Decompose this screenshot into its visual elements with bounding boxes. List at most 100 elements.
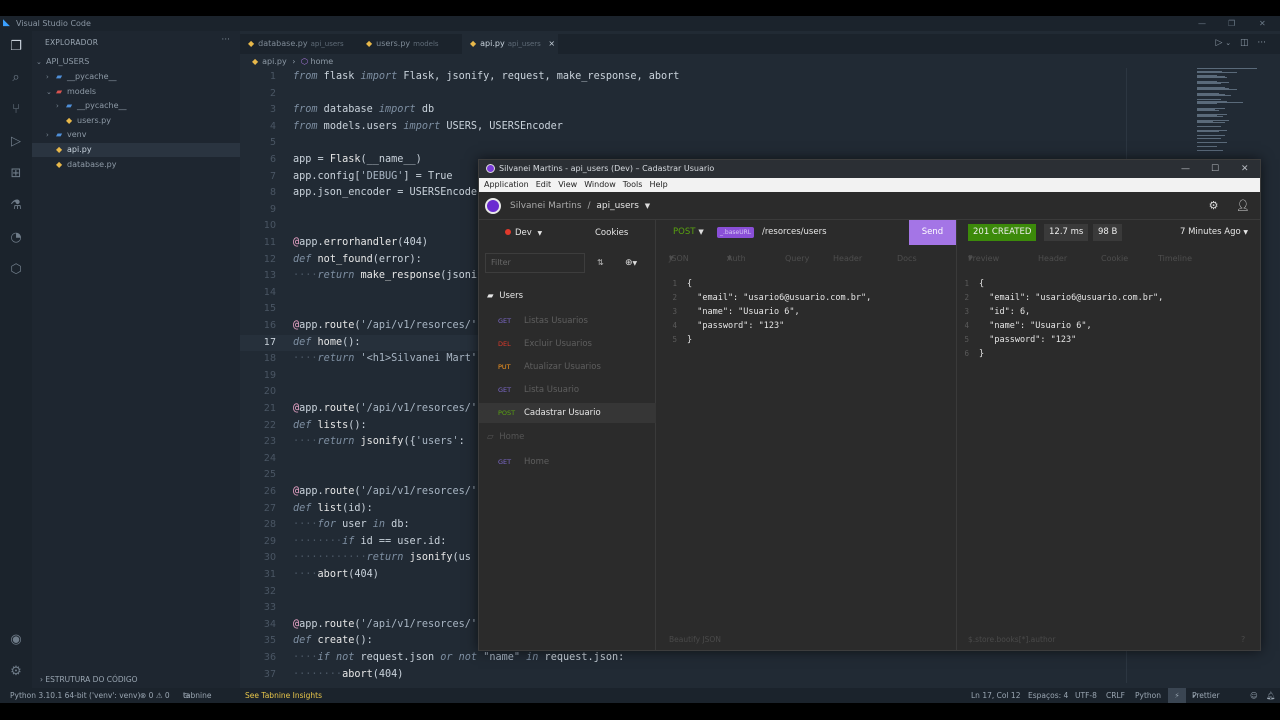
tab-cookie[interactable]: Cookie <box>1101 247 1128 271</box>
menu-help[interactable]: Help <box>649 180 667 189</box>
tab-users-py[interactable]: ◆ users.py models <box>358 34 460 54</box>
menu-edit[interactable]: Edit <box>536 180 552 189</box>
remote-icon[interactable]: ⬡ <box>8 262 24 278</box>
minimize-icon[interactable]: — <box>1181 160 1190 178</box>
request-item[interactable]: GET Home <box>479 452 656 472</box>
chevron-down-icon[interactable]: ⌄ <box>1225 39 1231 47</box>
menu-application[interactable]: Application <box>484 180 529 189</box>
tree-item[interactable]: › ▰ __pycache__ <box>32 70 240 84</box>
response-history[interactable]: 7 Minutes Ago ▼ <box>1180 220 1248 245</box>
tree-item[interactable]: › ▰ venv <box>32 128 240 142</box>
language-mode[interactable]: Python <box>1135 688 1161 703</box>
request-item[interactable]: PUT Atualizar Usuarios <box>479 357 656 377</box>
beautify-json-button[interactable]: Beautify JSON <box>669 635 721 644</box>
environment-select[interactable]: Dev ▼ <box>505 228 542 238</box>
minimap[interactable] <box>1195 68 1265 158</box>
breadcrumb-symbol[interactable]: home <box>311 57 334 66</box>
close-icon[interactable]: ✕ <box>1241 160 1249 178</box>
code-line: 28 ····for user in db: <box>240 517 480 534</box>
menu-window[interactable]: Window <box>584 180 616 189</box>
settings-gear-icon[interactable]: ⚙ <box>1209 199 1219 212</box>
run-icon[interactable]: ▷ <box>1215 38 1222 48</box>
feedback-icon[interactable]: ☺ <box>1250 688 1258 703</box>
more-actions-icon[interactable]: ··· <box>221 35 230 45</box>
minimize-icon[interactable]: — <box>1198 16 1206 31</box>
project-root[interactable]: ⌄ API_USERS <box>32 55 240 69</box>
menu-view[interactable]: View <box>558 180 577 189</box>
response-pane <box>958 220 1260 650</box>
add-item-icon[interactable]: ⊕▼ <box>625 258 637 268</box>
line-ending[interactable]: CRLF <box>1106 688 1125 703</box>
tab-docs[interactable]: Docs <box>897 247 917 271</box>
testing-icon[interactable]: ⚗ <box>8 198 24 214</box>
method-select[interactable]: POST ▼ <box>673 220 704 245</box>
outline-section[interactable]: › ESTRUTURA DO CÓDIGO <box>32 673 240 687</box>
tree-item[interactable]: ◆ database.py <box>32 158 240 172</box>
tab-header[interactable]: Header <box>833 247 862 271</box>
split-editor-icon[interactable]: ◫ <box>1240 38 1249 48</box>
close-tab-icon[interactable]: × <box>548 39 555 48</box>
code-line: 23 ····return jsonify({'users': <box>240 434 480 451</box>
tabnine-icon[interactable]: ⚡ <box>1168 688 1186 703</box>
folder-users[interactable]: ▰ Users <box>487 291 523 301</box>
code-text: ····return make_response(jsonify <box>293 270 490 282</box>
folder-home[interactable]: ▱ Home <box>487 432 524 442</box>
insomnia-logo-icon[interactable] <box>485 198 501 214</box>
request-item[interactable]: DEL Excluir Usuarios <box>479 334 656 354</box>
send-button[interactable]: Send <box>909 220 956 245</box>
settings-gear-icon[interactable]: ⚙ <box>8 664 24 680</box>
notifications-icon[interactable]: 🔔︎ <box>1266 688 1276 703</box>
search-icon[interactable]: ⌕ <box>8 70 24 86</box>
menu-bar: Application Edit View Window Tools Help <box>479 178 1260 192</box>
url-path-input[interactable]: /resorces/users <box>762 220 827 245</box>
tab-api-py[interactable]: ◆ api.py api_users × <box>462 34 558 54</box>
problems-indicator[interactable]: ⊗ 0 ⚠ 0 <box>140 688 170 703</box>
minimap-line <box>1197 99 1221 100</box>
source-control-icon[interactable]: ⑂ <box>8 102 24 118</box>
menu-tools[interactable]: Tools <box>623 180 643 189</box>
encoding[interactable]: UTF-8 <box>1075 688 1097 703</box>
explorer-icon[interactable]: ❐ <box>8 39 24 55</box>
sort-icon[interactable]: ⇅ <box>597 258 604 267</box>
more-actions-icon[interactable]: ··· <box>1257 38 1266 48</box>
edge-icon[interactable]: ◔ <box>8 230 24 246</box>
tab-timeline[interactable]: Timeline <box>1158 247 1192 271</box>
python-file-icon: ◆ <box>56 159 63 169</box>
breadcrumb-file[interactable]: api.py <box>262 57 287 66</box>
line-number: 2 <box>269 87 276 99</box>
minimap-line <box>1197 77 1227 78</box>
code-line: 19 <box>240 368 480 385</box>
base-url-variable[interactable]: _.baseURL <box>717 227 755 238</box>
json-text: "password": "123" <box>979 335 1077 345</box>
cookies-button[interactable]: Cookies <box>595 228 628 238</box>
tab-query[interactable]: Query <box>785 247 809 271</box>
filter-input[interactable]: Filter <box>485 253 585 273</box>
response-filter-input[interactable]: $.store.books[*].author <box>968 635 1055 644</box>
tab-database-py[interactable]: ◆ database.py api_users <box>240 34 356 54</box>
account-icon[interactable]: 👤︎ <box>1236 199 1250 212</box>
indentation[interactable]: Espaços: 4 <box>1028 688 1068 703</box>
run-debug-icon[interactable]: ▷ <box>8 134 24 150</box>
maximize-icon[interactable]: ☐ <box>1211 160 1219 178</box>
project-breadcrumb[interactable]: Silvanei Martins / api_users ▼ <box>510 192 650 220</box>
extensions-icon[interactable]: ⊞ <box>8 166 24 182</box>
close-icon[interactable]: ✕ <box>1259 16 1266 31</box>
json-line: 3 "id": 6, <box>957 305 1030 319</box>
code-line: 1 from flask import Flask, jsonify, reque… <box>240 69 1126 86</box>
request-item[interactable]: GET Lista Usuario <box>479 380 656 400</box>
restore-icon[interactable]: ❐ <box>1228 16 1235 31</box>
line-number: 1 <box>269 71 276 82</box>
request-item[interactable]: GET Listas Usuarios <box>479 311 656 331</box>
tree-item[interactable]: ◆ users.py <box>32 114 240 128</box>
help-icon[interactable]: ? <box>1241 635 1245 644</box>
tabnine-insights[interactable]: See Tabnine Insights <box>245 688 322 703</box>
json-text: "email": "usario6@usuario.com.br", <box>979 293 1164 303</box>
python-interpreter[interactable]: Python 3.10.1 64-bit ('venv': venv) <box>10 688 140 703</box>
tab-response-header[interactable]: Header <box>1038 247 1067 271</box>
cursor-position[interactable]: Ln 17, Col 12 <box>971 688 1020 703</box>
accounts-icon[interactable]: ◉ <box>8 632 24 648</box>
request-item[interactable]: POST Cadastrar Usuario <box>479 403 656 423</box>
tree-item[interactable]: › ▰ __pycache__ <box>32 99 240 113</box>
tree-item[interactable]: ◆ api.py <box>32 143 240 157</box>
tree-item[interactable]: ⌄ ▰ models <box>32 85 240 99</box>
